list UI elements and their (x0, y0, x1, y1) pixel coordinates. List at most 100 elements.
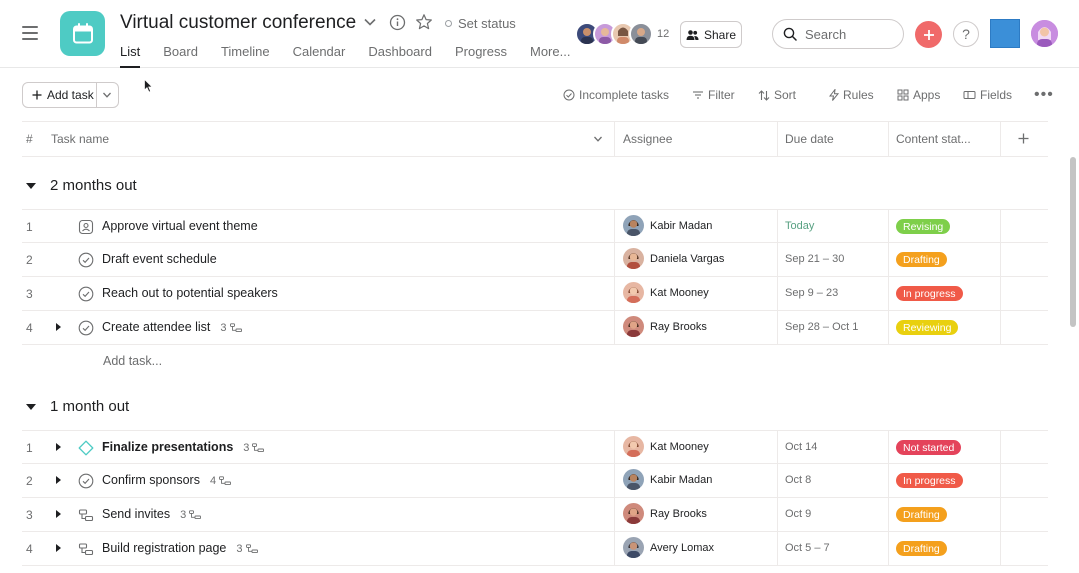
vertical-scrollbar[interactable] (1070, 157, 1076, 327)
assignee-cell[interactable]: Ray Brooks (623, 503, 707, 524)
table-row[interactable]: 4 Create attendee list 3 Ray Brooks Sep 28 –… (22, 311, 1048, 345)
subtask-count[interactable]: 3 (243, 442, 265, 454)
task-name[interactable]: Finalize presentations 3 (102, 440, 265, 454)
assignee-cell[interactable]: Kabir Madan (623, 215, 712, 236)
task-name[interactable]: Build registration page 3 (102, 541, 258, 555)
tab-timeline[interactable]: Timeline (221, 44, 270, 66)
tab-calendar[interactable]: Calendar (293, 44, 346, 66)
task-name[interactable]: Send invites 3 (102, 507, 202, 521)
check-circle-icon[interactable] (78, 252, 94, 268)
apps-button[interactable]: Apps (897, 88, 940, 102)
section-header[interactable]: 1 month out (22, 398, 129, 415)
due-date[interactable]: Sep 28 – Oct 1 (785, 321, 858, 333)
check-circle-icon[interactable] (78, 286, 94, 302)
app-switcher-button[interactable] (990, 19, 1020, 48)
table-row[interactable]: 2 Draft event schedule Daniela Vargas Sep 2… (22, 243, 1048, 277)
chevron-down-icon[interactable] (363, 15, 377, 29)
due-date[interactable]: Sep 9 – 23 (785, 287, 838, 299)
table-row[interactable]: 1 Finalize presentations 3 Kat Mooney Oct 14… (22, 430, 1048, 464)
table-row[interactable]: 3 Send invites 3 Ray Brooks Oct 9 Drafting (22, 498, 1048, 532)
chevron-down-icon[interactable] (593, 134, 603, 144)
status-badge[interactable]: In progress (896, 286, 963, 301)
project-title[interactable]: Virtual customer conference (120, 12, 356, 34)
subtask-count[interactable]: 4 (210, 475, 232, 487)
search-input[interactable]: Search (772, 19, 904, 49)
task-name[interactable]: Create attendee list 3 (102, 320, 242, 334)
subtask-icon[interactable] (78, 541, 94, 557)
assignee-cell[interactable]: Ray Brooks (623, 316, 707, 337)
tab-dashboard[interactable]: Dashboard (368, 44, 432, 66)
assignee-cell[interactable]: Kat Mooney (623, 282, 709, 303)
filter-button[interactable]: Filter (692, 88, 735, 102)
subtask-count[interactable]: 3 (236, 543, 258, 555)
status-badge[interactable]: Reviewing (896, 320, 959, 335)
status-badge[interactable]: Drafting (896, 507, 947, 522)
subtask-count[interactable]: 3 (180, 509, 202, 521)
set-status-button[interactable]: Set status (445, 16, 516, 31)
project-members[interactable]: 12 (575, 22, 669, 46)
check-circle-icon[interactable] (78, 320, 94, 336)
sort-button[interactable]: Sort (758, 88, 796, 102)
due-date[interactable]: Oct 5 – 7 (785, 542, 830, 554)
tab-more[interactable]: More... (530, 44, 570, 66)
status-badge[interactable]: Not started (896, 440, 962, 455)
add-task-button[interactable]: Add task (23, 83, 97, 107)
task-name[interactable]: Confirm sponsors 4 (102, 473, 232, 487)
hamburger-menu-icon[interactable] (22, 26, 38, 40)
add-task-dropdown[interactable] (97, 83, 119, 107)
column-header-due-date[interactable]: Due date (785, 122, 834, 156)
status-badge[interactable]: In progress (896, 473, 963, 488)
task-name[interactable]: Draft event schedule (102, 252, 217, 266)
assignee-cell[interactable]: Daniela Vargas (623, 248, 724, 269)
due-date[interactable]: Oct 14 (785, 441, 817, 453)
fields-button[interactable]: Fields (963, 88, 1012, 102)
approval-icon[interactable] (78, 219, 94, 235)
due-date[interactable]: Sep 21 – 30 (785, 253, 844, 265)
help-icon[interactable]: ? (953, 21, 979, 47)
assignee-cell[interactable]: Kabir Madan (623, 469, 712, 490)
tab-list[interactable]: List (120, 44, 141, 68)
assignee-cell[interactable]: Kat Mooney (623, 436, 709, 457)
star-icon[interactable] (415, 13, 433, 31)
info-icon[interactable] (389, 14, 406, 31)
assignee-cell[interactable]: Avery Lomax (623, 537, 714, 558)
milestone-icon[interactable] (78, 440, 94, 456)
task-name[interactable]: Reach out to potential speakers (102, 286, 278, 300)
tab-progress[interactable]: Progress (455, 44, 507, 66)
expand-caret-icon[interactable] (56, 443, 61, 451)
status-badge[interactable]: Revising (896, 219, 951, 234)
column-header-content-status[interactable]: Content stat... (896, 122, 971, 156)
due-date[interactable]: Today (785, 220, 814, 232)
check-circle-icon[interactable] (78, 473, 94, 489)
table-row[interactable]: 4 Build registration page 3 Avery Lomax Oct … (22, 532, 1048, 566)
due-date[interactable]: Oct 8 (785, 474, 811, 486)
subtask-icon[interactable] (78, 507, 94, 523)
avatar[interactable] (1031, 20, 1058, 47)
member-count: 12 (657, 28, 670, 40)
expand-caret-icon[interactable] (56, 510, 61, 518)
create-button[interactable] (915, 21, 942, 48)
expand-caret-icon[interactable] (56, 476, 61, 484)
status-badge[interactable]: Drafting (896, 541, 947, 556)
add-column-plus-icon[interactable] (1018, 133, 1029, 144)
table-row[interactable]: 2 Confirm sponsors 4 Kabir Madan Oct 8 In pro… (22, 464, 1048, 498)
table-row[interactable]: 3 Reach out to potential speakers Kat Moon… (22, 277, 1048, 311)
section-header[interactable]: 2 months out (22, 177, 137, 194)
column-divider (1000, 311, 1001, 344)
subtask-count[interactable]: 3 (220, 322, 242, 334)
due-date[interactable]: Oct 9 (785, 508, 811, 520)
expand-caret-icon[interactable] (56, 544, 61, 552)
task-name[interactable]: Approve virtual event theme (102, 219, 258, 233)
column-header-task-name[interactable]: Task name (51, 122, 109, 156)
avatar (623, 537, 644, 558)
more-options-icon[interactable]: ••• (1034, 86, 1054, 104)
share-button[interactable]: Share (680, 21, 742, 48)
status-badge[interactable]: Drafting (896, 252, 947, 267)
add-task-inline[interactable]: Add task... (103, 354, 162, 368)
incomplete-tasks-button[interactable]: Incomplete tasks (563, 88, 669, 102)
column-header-assignee[interactable]: Assignee (623, 122, 672, 156)
table-row[interactable]: 1 Approve virtual event theme Kabir Madan T… (22, 209, 1048, 243)
tab-board[interactable]: Board (163, 44, 198, 66)
rules-button[interactable]: Rules (829, 88, 874, 102)
expand-caret-icon[interactable] (56, 323, 61, 331)
